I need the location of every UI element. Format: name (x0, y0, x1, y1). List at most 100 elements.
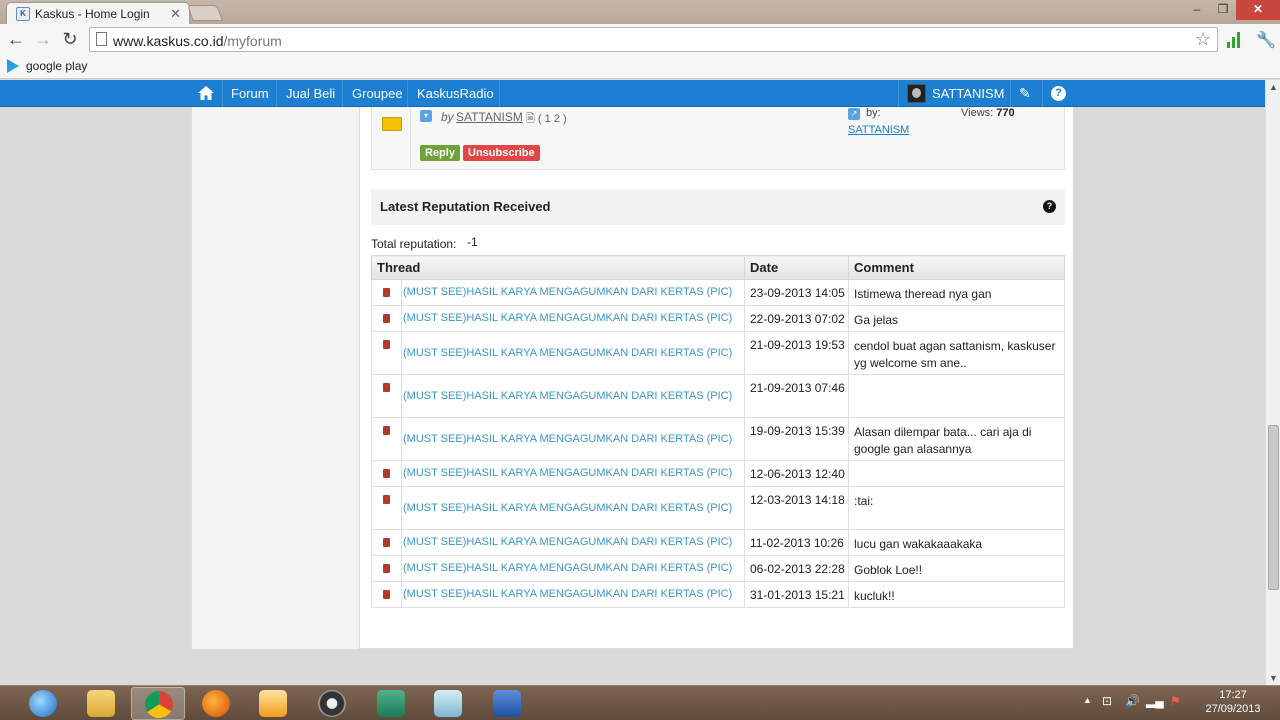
table-row: (MUST SEE)HASIL KARYA MENGAGUMKAN DARI K… (371, 374, 1065, 418)
tab-close-icon[interactable]: ✕ (170, 6, 181, 22)
last-post-icon[interactable]: ↗ (848, 108, 860, 120)
scroll-thumb[interactable] (1268, 425, 1279, 590)
url-text[interactable]: www.kaskus.co.id/myforum (113, 33, 282, 49)
window-close-button[interactable]: ✕ (1236, 0, 1280, 20)
scroll-down-icon[interactable]: ▼ (1269, 673, 1278, 683)
reply-button[interactable]: Reply (420, 145, 460, 161)
signal-extension-icon[interactable] (1226, 30, 1242, 48)
taskbar-clock[interactable]: 17:27 27/09/2013 (1198, 688, 1268, 716)
network-icon[interactable]: ▂▄ (1146, 694, 1164, 708)
browser-toolbar: ← → ↻ www.kaskus.co.id/myforum ☆ (0, 24, 1280, 55)
col-thread: Thread (371, 255, 745, 280)
last-post-user-link[interactable]: SATTANISM (848, 124, 909, 136)
kaskus-navbar: Forum Jual Beli Groupee KaskusRadio SATT… (0, 80, 1265, 107)
reputation-icon (383, 383, 390, 392)
col-comment: Comment (848, 255, 1065, 280)
camera-app-icon[interactable] (305, 687, 359, 720)
rep-date: 12-06-2013 12:40 (744, 460, 849, 487)
thread-link[interactable]: (MUST SEE)HASIL KARYA MENGAGUMKAN DARI K… (401, 460, 745, 487)
thread-link[interactable]: (MUST SEE)HASIL KARYA MENGAGUMKAN DARI K… (401, 374, 745, 418)
forward-icon[interactable]: → (32, 29, 54, 51)
nav-groupee[interactable]: Groupee (352, 86, 403, 101)
thread-link[interactable]: (MUST SEE)HASIL KARYA MENGAGUMKAN DARI K… (401, 331, 745, 375)
rep-comment (848, 460, 1065, 487)
thread-link[interactable]: (MUST SEE)HASIL KARYA MENGAGUMKAN DARI K… (401, 486, 745, 530)
rep-comment: Ga jelas (848, 305, 1065, 332)
reputation-header: Latest Reputation Received ? (371, 189, 1065, 225)
thread-link[interactable]: (MUST SEE)HASIL KARYA MENGAGUMKAN DARI K… (401, 555, 745, 582)
google-play-icon (7, 59, 19, 73)
rep-date: 12-03-2013 14:18 (744, 486, 849, 530)
scroll-up-icon[interactable]: ▲ (1269, 82, 1278, 92)
last-post-by-label: by: (866, 107, 881, 119)
page-icon: 🗎 (526, 113, 535, 125)
thread-link[interactable]: (MUST SEE)HASIL KARYA MENGAGUMKAN DARI K… (401, 305, 745, 332)
thread-link[interactable]: (MUST SEE)HASIL KARYA MENGAGUMKAN DARI K… (401, 279, 745, 306)
wrench-menu-icon[interactable]: 🔧 (1256, 30, 1276, 50)
thread-link[interactable]: (MUST SEE)HASIL KARYA MENGAGUMKAN DARI K… (401, 529, 745, 556)
tab-strip: K Kaskus - Home Login ✕ – ❐ ✕ (0, 0, 1280, 24)
table-row: (MUST SEE)HASIL KARYA MENGAGUMKAN DARI K… (371, 529, 1065, 556)
volume-icon[interactable]: 🔊 (1125, 694, 1140, 708)
nav-username[interactable]: SATTANISM (932, 86, 1004, 101)
address-bar[interactable]: www.kaskus.co.id/myforum ☆ (89, 27, 1218, 52)
thread-author-link[interactable]: SATTANISM (456, 110, 523, 124)
clock-date: 27/09/2013 (1205, 703, 1261, 715)
tray-expand-icon[interactable]: ▲ (1083, 695, 1092, 705)
thread-link[interactable]: (MUST SEE)HASIL KARYA MENGAGUMKAN DARI K… (401, 581, 745, 608)
bookmark-google-play[interactable]: google play (26, 59, 87, 73)
media-player-icon[interactable] (246, 687, 300, 720)
rep-date: 06-02-2013 22:28 (744, 555, 849, 582)
reputation-title: Latest Reputation Received (380, 199, 551, 214)
rep-date: 31-01-2013 15:21 (744, 581, 849, 608)
nav-jual-beli[interactable]: Jual Beli (286, 86, 335, 101)
nav-forum[interactable]: Forum (231, 86, 269, 101)
bookmarks-bar: google play (0, 55, 1280, 79)
table-row: (MUST SEE)HASIL KARYA MENGAGUMKAN DARI K… (371, 581, 1065, 608)
table-row: (MUST SEE)HASIL KARYA MENGAGUMKAN DARI K… (371, 305, 1065, 332)
action-center-icon[interactable]: ⚑ (1170, 694, 1181, 708)
table-header-row: Thread Date Comment (371, 255, 1065, 280)
help-icon[interactable]: ? (1051, 86, 1066, 101)
total-reputation-value: -1 (467, 235, 478, 249)
rep-date: 22-09-2013 07:02 (744, 305, 849, 332)
reputation-help-icon[interactable]: ? (1043, 200, 1056, 213)
left-sidebar (192, 107, 360, 649)
unsubscribe-button[interactable]: Unsubscribe (463, 145, 540, 161)
internet-explorer-icon[interactable] (16, 687, 70, 720)
folder-icon (382, 117, 402, 131)
thread-pages[interactable]: 🗎 ( 1 2 ) (526, 110, 567, 129)
tab-title: Kaskus - Home Login (35, 7, 150, 21)
pencil-icon[interactable]: ✎ (1019, 85, 1031, 102)
notes-app-icon[interactable] (421, 687, 475, 720)
views-count: Views: 770 (961, 107, 1015, 119)
reload-icon[interactable]: ↻ (59, 29, 81, 51)
back-icon[interactable]: ← (5, 29, 27, 51)
home-icon[interactable] (198, 86, 214, 100)
browser-tab[interactable]: K Kaskus - Home Login ✕ (6, 2, 190, 24)
rep-comment: Istimewa theread nya gan (848, 279, 1065, 306)
chrome-icon[interactable] (131, 687, 185, 720)
table-row: (MUST SEE)HASIL KARYA MENGAGUMKAN DARI K… (371, 279, 1065, 306)
firefox-icon[interactable] (189, 687, 243, 720)
publisher-icon[interactable] (364, 687, 418, 720)
main-content: ▾ by SATTANISM 🗎 ( 1 2 ) Reply Unsubscri… (191, 107, 1074, 649)
maximize-button[interactable]: ❐ (1210, 0, 1236, 20)
minimize-button[interactable]: – (1184, 0, 1210, 20)
thread-link[interactable]: (MUST SEE)HASIL KARYA MENGAGUMKAN DARI K… (401, 417, 745, 461)
rep-comment: lucu gan wakakaaakaka (848, 529, 1065, 556)
rep-comment: :tai: (848, 486, 1065, 530)
window-controls: – ❐ ✕ (1184, 0, 1280, 20)
word-icon[interactable] (480, 687, 534, 720)
tray-device-icon[interactable]: ⊡ (1102, 694, 1112, 708)
avatar[interactable] (907, 84, 926, 103)
file-explorer-icon[interactable] (74, 687, 128, 720)
bookmark-star-icon[interactable]: ☆ (1195, 29, 1211, 50)
nav-kaskusradio[interactable]: KaskusRadio (417, 86, 494, 101)
new-tab-button[interactable] (187, 5, 223, 21)
page-scrollbar[interactable]: ▲ ▼ (1265, 80, 1280, 685)
table-row: (MUST SEE)HASIL KARYA MENGAGUMKAN DARI K… (371, 486, 1065, 530)
rep-date: 23-09-2013 14:05 (744, 279, 849, 306)
table-row: (MUST SEE)HASIL KARYA MENGAGUMKAN DARI K… (371, 460, 1065, 487)
page-icon (96, 32, 107, 46)
